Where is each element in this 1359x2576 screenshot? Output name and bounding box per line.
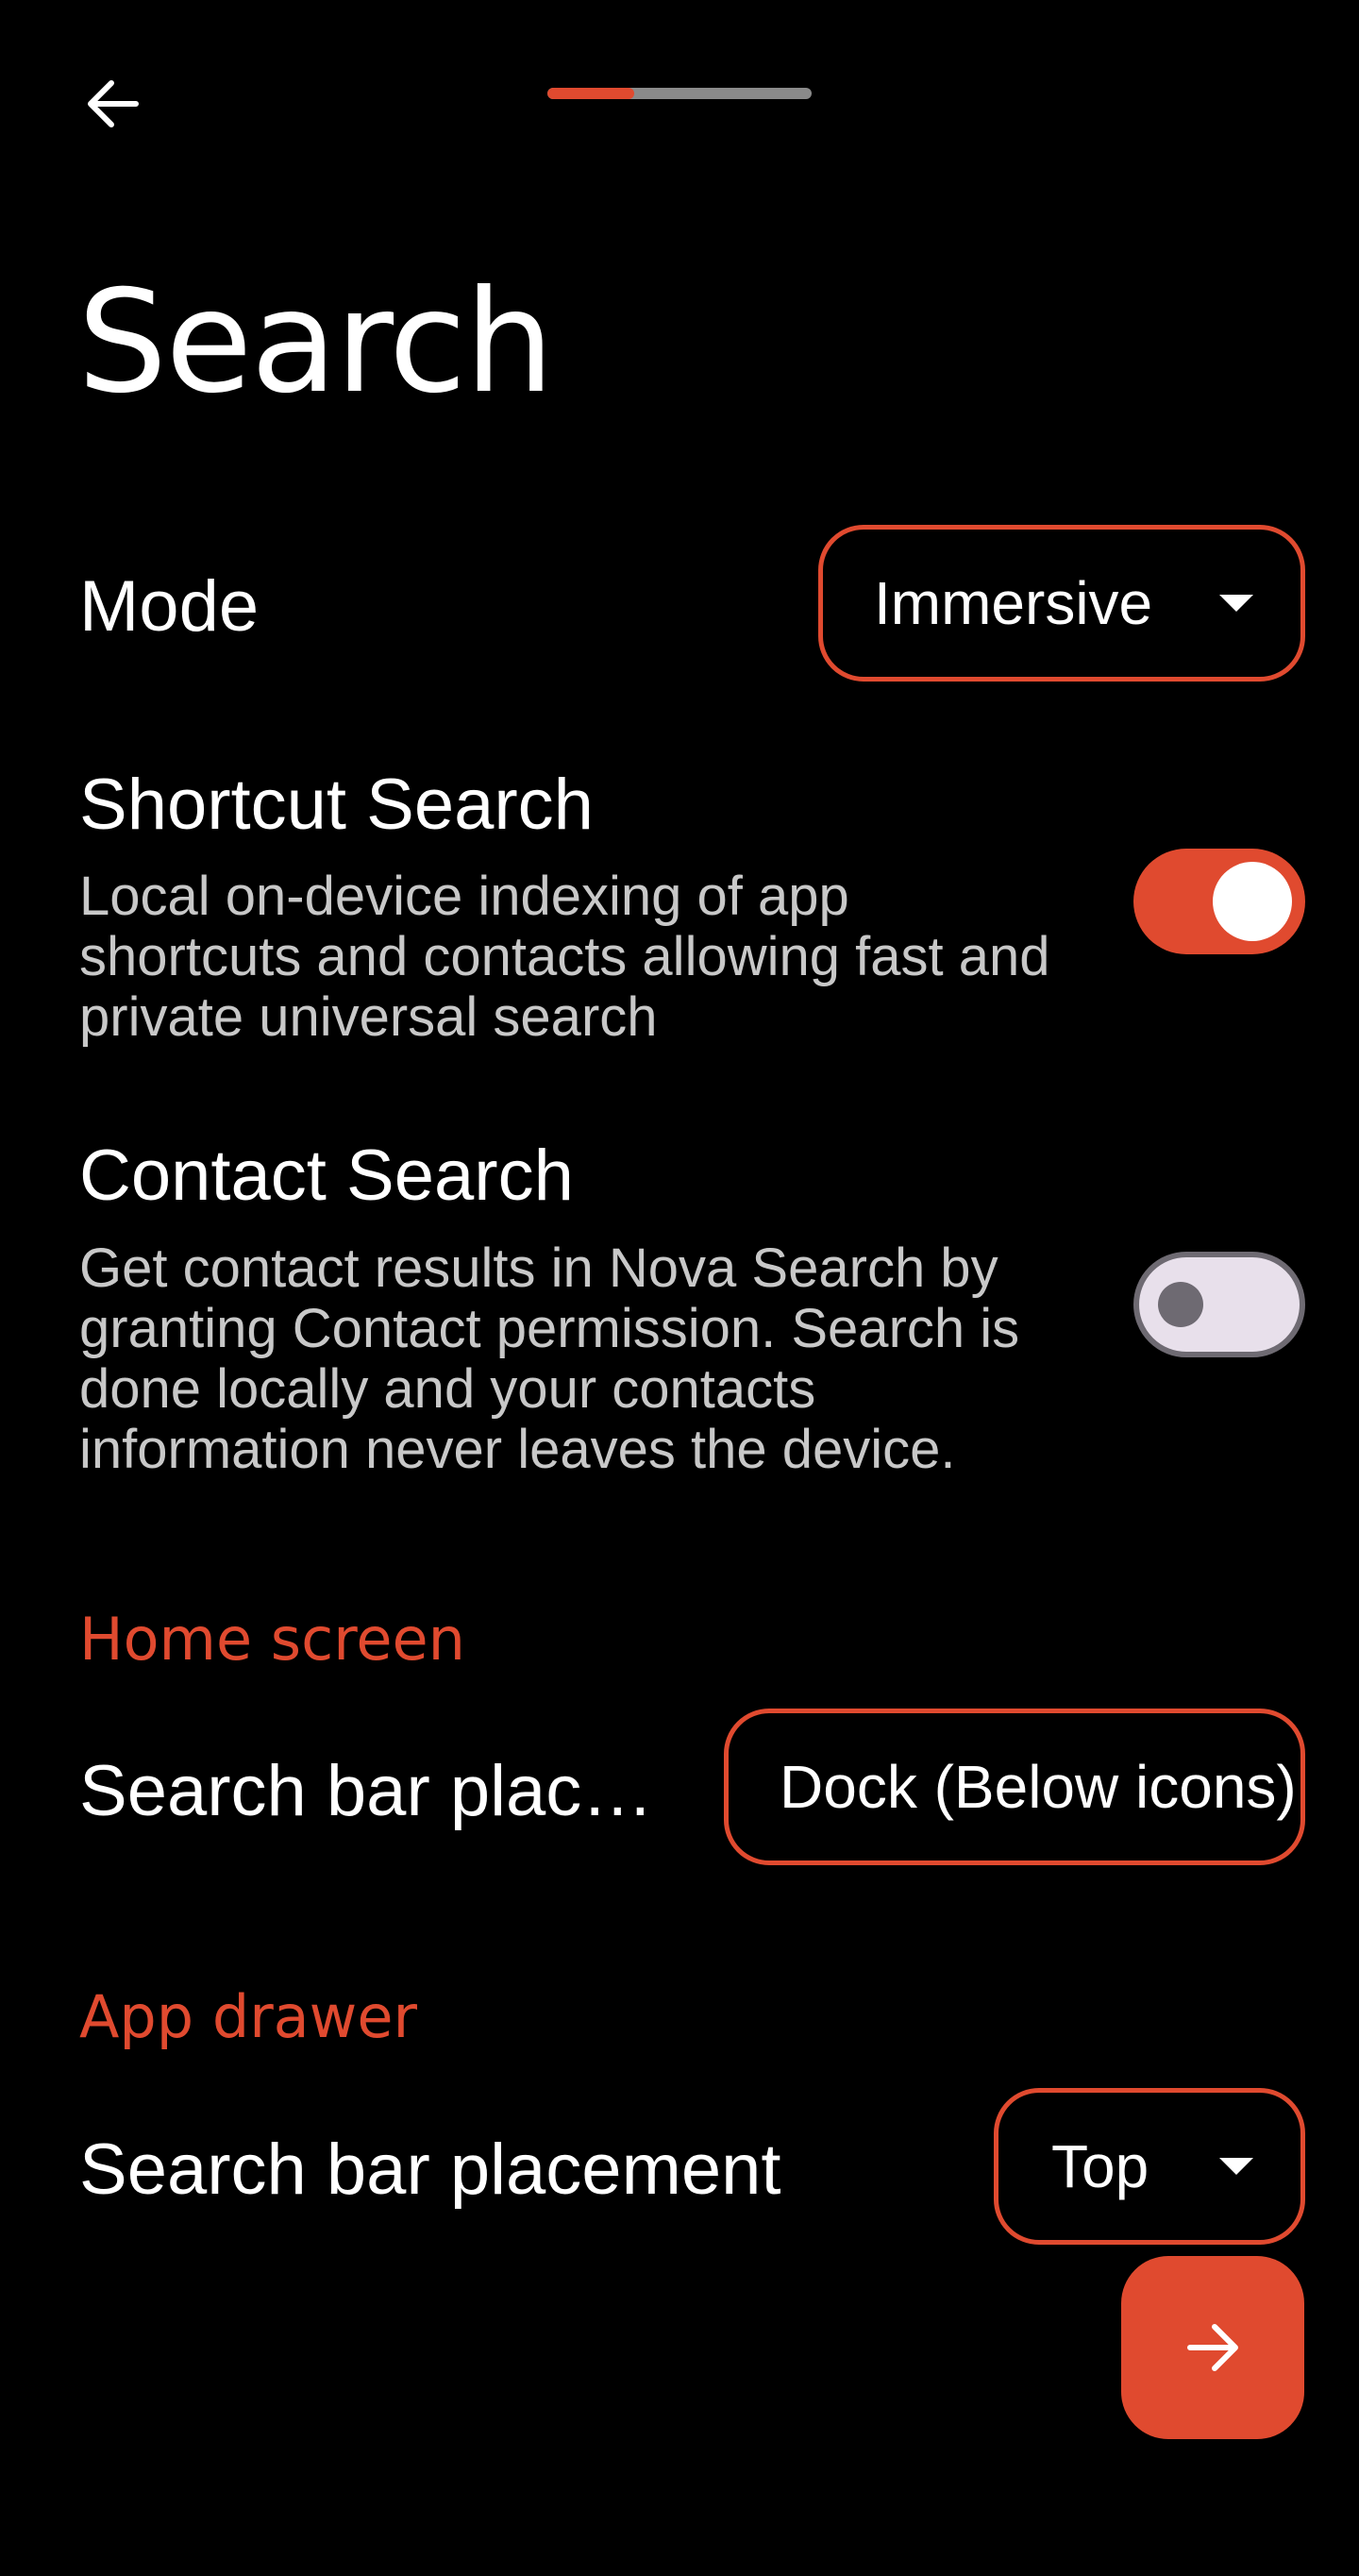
section-header-home-screen: Home screen [79, 1605, 465, 1674]
toggle-knob [1213, 862, 1292, 941]
contact-search-toggle[interactable] [1133, 1252, 1305, 1357]
section-header-app-drawer: App drawer [79, 1982, 418, 2051]
home-search-bar-label: Search bar plac… [79, 1751, 654, 1831]
shortcut-search-label: Shortcut Search [79, 765, 594, 845]
toggle-knob [1158, 1282, 1203, 1327]
page-title: Search [77, 261, 554, 425]
mode-dropdown[interactable]: Immersive [818, 525, 1305, 682]
home-search-bar-dropdown[interactable]: Dock (Below icons) [724, 1709, 1305, 1865]
progress-fill [547, 88, 635, 99]
drawer-search-bar-label: Search bar placement [79, 2130, 781, 2210]
chevron-down-icon [1219, 2158, 1253, 2175]
contact-search-description: Get contact results in Nova Search by gr… [79, 1237, 1020, 1480]
back-button[interactable] [62, 53, 164, 155]
mode-label: Mode [79, 566, 260, 647]
arrow-right-icon [1187, 2324, 1238, 2371]
shortcut-search-description: Local on-device indexing of app shortcut… [79, 866, 1050, 1048]
drawer-search-bar-dropdown[interactable]: Top [994, 2088, 1305, 2245]
onboarding-progress-bar [547, 88, 812, 99]
shortcut-search-toggle[interactable] [1133, 849, 1305, 954]
drawer-search-bar-value: Top [1051, 2132, 1149, 2200]
home-search-bar-value: Dock (Below icons) [780, 1753, 1297, 1821]
chevron-down-icon [1219, 595, 1253, 612]
contact-search-label: Contact Search [79, 1136, 574, 1216]
mode-dropdown-value: Immersive [874, 569, 1153, 637]
arrow-left-icon [88, 80, 139, 127]
next-button[interactable] [1121, 2256, 1304, 2439]
